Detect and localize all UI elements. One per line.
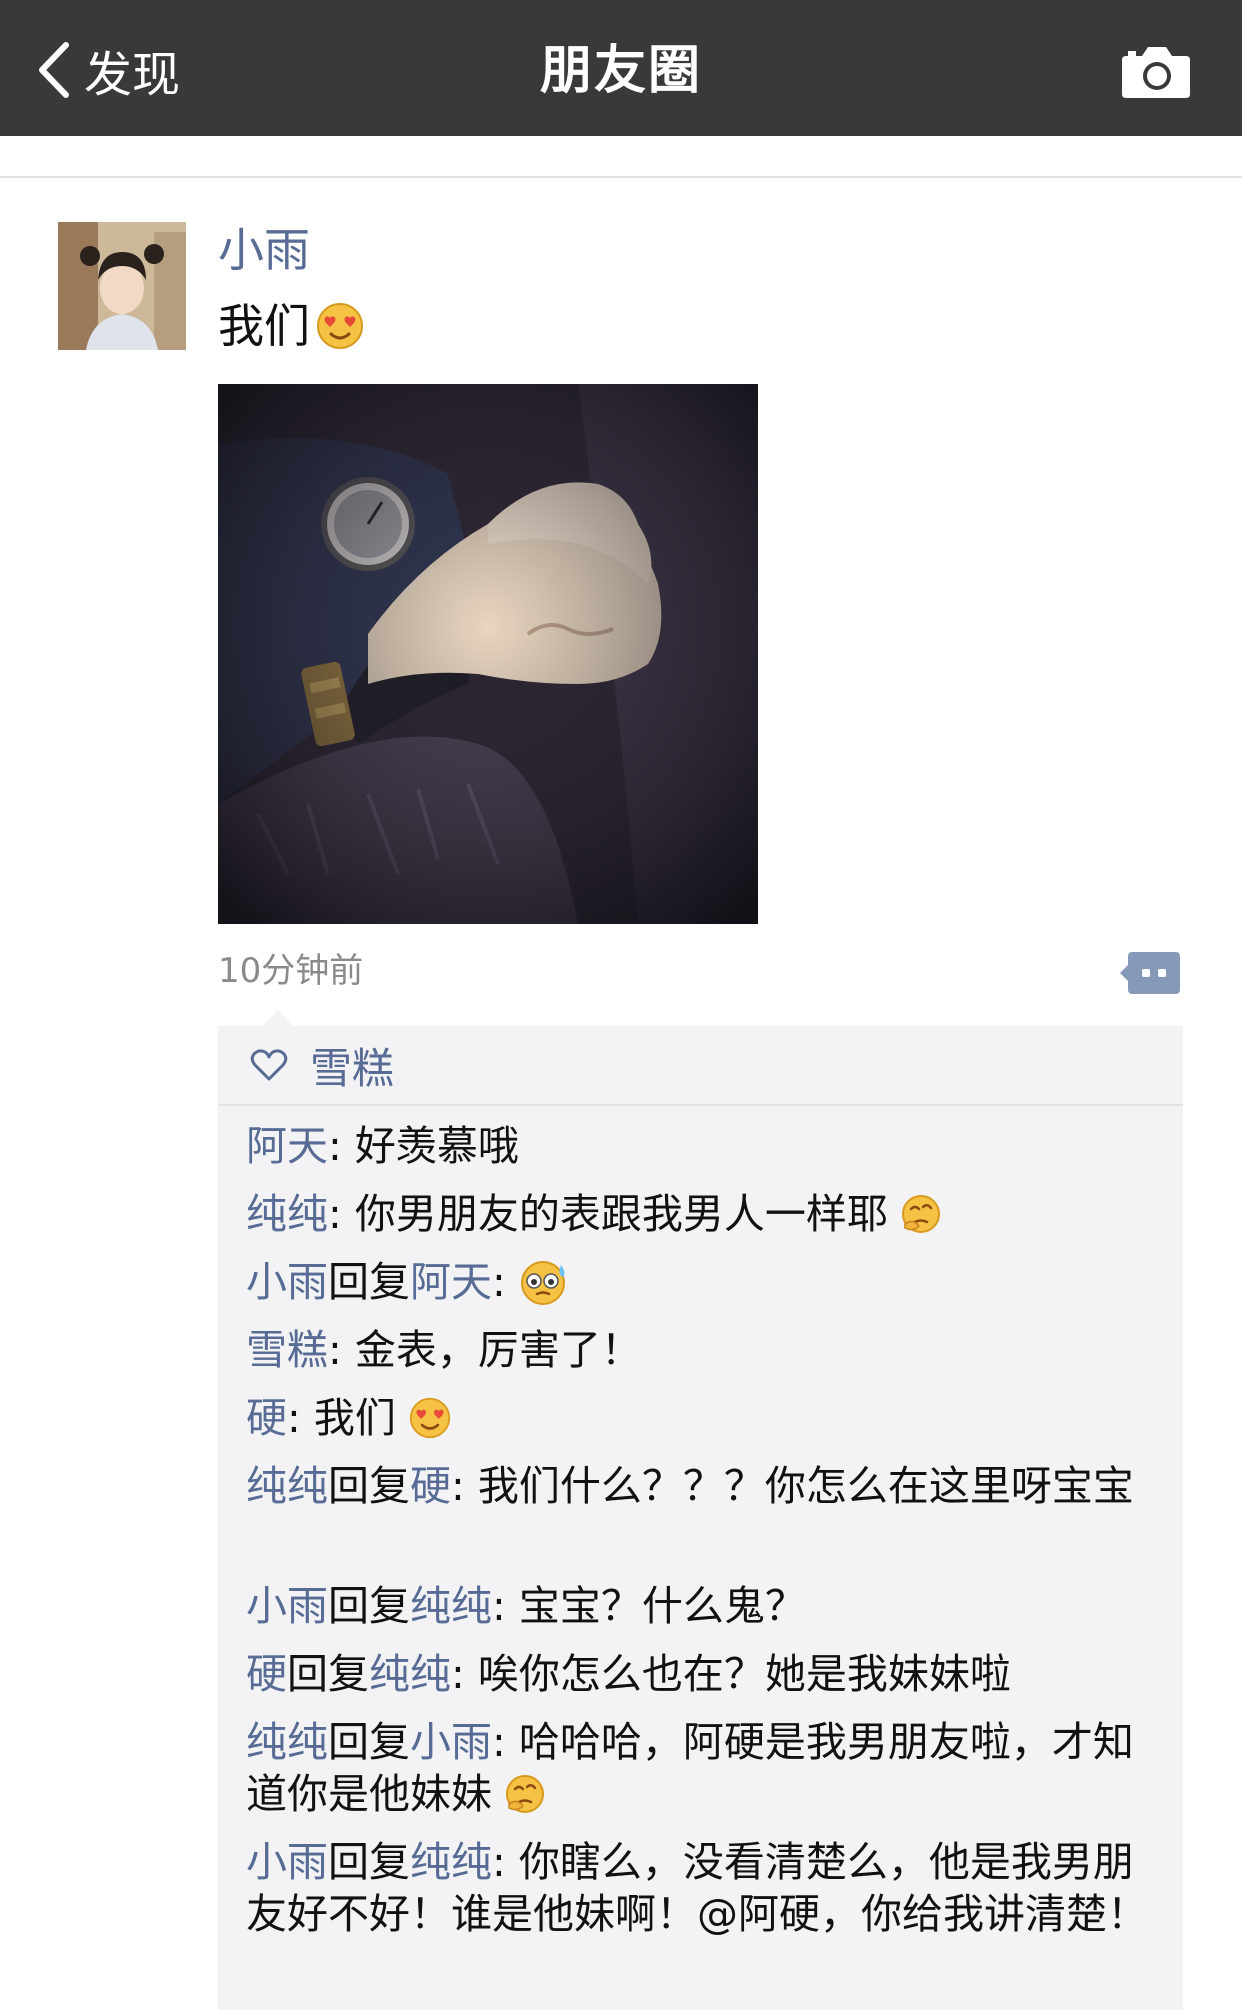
heart-outline-icon: [250, 1049, 288, 1081]
comment-author[interactable]: 小雨: [246, 1838, 328, 1886]
navigation-bar: 发现 朋友圈: [0, 0, 1242, 136]
comment-author[interactable]: 阿天: [246, 1122, 328, 1170]
comment-author[interactable]: 纯纯: [246, 1718, 328, 1766]
comment-author[interactable]: 纯纯: [246, 1190, 328, 1238]
reply-word: 回复: [328, 1718, 410, 1766]
comment-author[interactable]: 硬: [246, 1394, 287, 1442]
comment-reply-target[interactable]: 小雨: [410, 1718, 492, 1766]
comments-panel: 雪糕 阿天: 好羡慕哦 纯纯: 你男朋友的表跟我男人一样耶 小雨回复阿天: 雪糕…: [218, 1010, 1183, 2010]
comment-item[interactable]: 纯纯回复硬: 我们什么？？？你怎么在这里呀宝宝: [246, 1460, 1156, 1512]
comment-item[interactable]: 小雨回复阿天:: [246, 1256, 1156, 1311]
heart-eyes-emoji-icon: [317, 303, 363, 349]
comment-item[interactable]: 纯纯: 你男朋友的表跟我男人一样耶: [246, 1188, 1156, 1240]
comment-text: 我们什么？？？你怎么在这里呀宝宝: [477, 1462, 1134, 1510]
comment-text: 宝宝？什么鬼？: [518, 1582, 806, 1630]
comments-arrow: [262, 1010, 294, 1026]
comment-item[interactable]: 硬: 我们: [246, 1392, 1156, 1445]
comment-author[interactable]: 小雨: [246, 1582, 328, 1630]
comment-item[interactable]: 雪糕: 金表，厉害了！: [246, 1324, 1156, 1376]
comment-item[interactable]: 硬回复纯纯: 唉你怎么也在？她是我妹妹啦: [246, 1648, 1156, 1700]
reply-word: 回复: [328, 1258, 410, 1306]
comment-text: 你男朋友的表跟我男人一样耶: [354, 1190, 888, 1238]
comment-item[interactable]: 小雨回复纯纯: 宝宝？什么鬼？: [246, 1580, 1156, 1632]
comment-item[interactable]: 阿天: 好羡慕哦: [246, 1120, 1156, 1172]
comment-reply-target[interactable]: 阿天: [410, 1258, 492, 1306]
comment-text: 好羡慕哦: [354, 1122, 519, 1170]
nervous-emoji-icon: [520, 1261, 565, 1305]
liker-name[interactable]: 雪糕: [310, 1035, 394, 1096]
post-time: 10分钟前: [218, 951, 364, 991]
comment-author[interactable]: 纯纯: [246, 1462, 328, 1510]
comment-reply-target[interactable]: 纯纯: [410, 1838, 492, 1886]
post-photo[interactable]: [218, 384, 758, 924]
comment-reply-target[interactable]: 纯纯: [410, 1582, 492, 1630]
comment-text: 我们: [313, 1394, 396, 1442]
comment-author[interactable]: 雪糕: [246, 1326, 328, 1374]
comment-action-icon[interactable]: [1120, 952, 1180, 994]
comment-author[interactable]: 小雨: [246, 1258, 328, 1306]
post-text-row: 我们: [218, 296, 364, 356]
comment-text: 唉你怎么也在？她是我妹妹啦: [477, 1650, 1011, 1698]
comment-item[interactable]: 小雨回复纯纯: 你瞎么，没看清楚么，他是我男朋友好不好！谁是他妹啊！@阿硬，你给…: [246, 1836, 1156, 1940]
reply-word: 回复: [287, 1650, 369, 1698]
comment-reply-target[interactable]: 硬: [410, 1462, 451, 1510]
reply-word: 回复: [328, 1582, 410, 1630]
comment-item[interactable]: 纯纯回复小雨: 哈哈哈，阿硬是我男朋友啦，才知道你是他妹妹: [246, 1716, 1156, 1820]
camera-icon[interactable]: [1120, 42, 1192, 100]
thinking-emoji-icon: [901, 1195, 940, 1233]
header-divider: [0, 136, 1242, 178]
post-text: 我们: [218, 299, 310, 353]
thinking-emoji-icon: [506, 1775, 545, 1813]
comment-text: 金表，厉害了！: [354, 1326, 642, 1374]
post-author[interactable]: 小雨: [218, 220, 310, 280]
likes-row: 雪糕: [218, 1026, 1183, 1106]
page-title: 朋友圈: [539, 41, 702, 101]
comment-author[interactable]: 硬: [246, 1650, 287, 1698]
heart-eyes-emoji-icon: [409, 1397, 451, 1439]
avatar[interactable]: [58, 222, 186, 350]
reply-word: 回复: [328, 1838, 410, 1886]
comment-reply-target[interactable]: 纯纯: [369, 1650, 451, 1698]
reply-word: 回复: [328, 1462, 410, 1510]
